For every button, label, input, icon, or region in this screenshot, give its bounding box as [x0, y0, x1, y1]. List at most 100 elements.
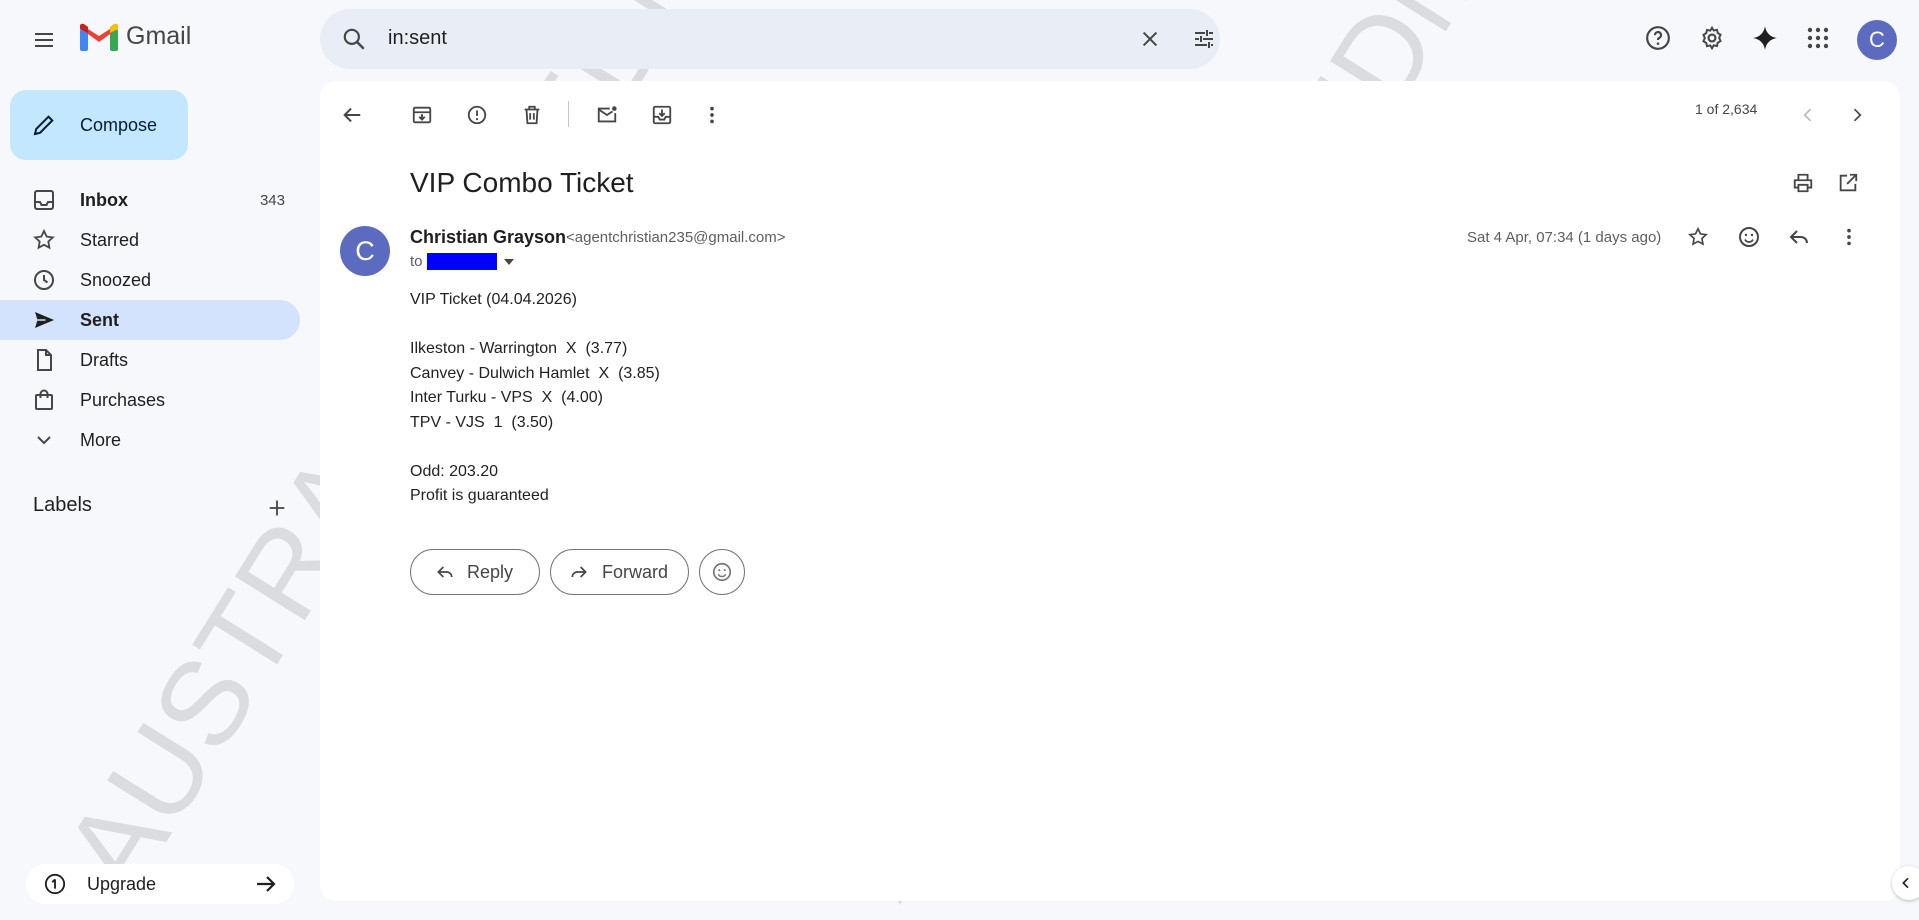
- sidebar-item-label: Purchases: [80, 390, 166, 410]
- top-bar: Gmail in:sent C: [0, 0, 1919, 80]
- sidebar-item-label: More: [80, 430, 122, 450]
- archive-button[interactable]: [402, 95, 442, 135]
- body-line: Canvey - Dulwich Hamlet X (3.85): [410, 364, 660, 382]
- upgrade-button[interactable]: Upgrade: [26, 864, 294, 904]
- sender-avatar[interactable]: C: [340, 226, 390, 276]
- sender-name[interactable]: Christian Grayson: [410, 227, 566, 248]
- sidebar-item-inbox[interactable]: Inbox 343: [0, 180, 300, 220]
- reply-icon: [1789, 230, 1808, 244]
- body-line: VIP Ticket (04.04.2026): [410, 291, 577, 308]
- forward-icon: [571, 566, 587, 578]
- compose-label: Compose: [80, 115, 158, 135]
- apps-grid-icon: [1807, 27, 1829, 49]
- move-to-icon: [652, 105, 672, 125]
- search-button[interactable]: [334, 19, 374, 59]
- sidebar-item-label: Starred: [80, 230, 140, 250]
- sidebar-item-drafts[interactable]: Drafts: [0, 340, 300, 380]
- upgrade-icon: [44, 873, 66, 895]
- chevron-left-icon: [1902, 877, 1909, 889]
- newer-button[interactable]: [1788, 95, 1828, 135]
- toolbar-divider: [568, 101, 569, 127]
- upgrade-label: Upgrade: [87, 874, 157, 894]
- reply-button[interactable]: Reply: [410, 549, 540, 595]
- sidebar-item-label: Inbox: [80, 190, 128, 210]
- gmail-wordmark: Gmail: [126, 22, 192, 50]
- pagination-text: 1 of 2,634: [1695, 101, 1758, 117]
- tune-icon: [1195, 30, 1213, 48]
- gemini-button[interactable]: [1745, 18, 1785, 58]
- compose-button[interactable]: Compose: [10, 90, 188, 160]
- caret-down-icon[interactable]: [503, 258, 514, 265]
- chevron-left-icon: [1803, 108, 1812, 122]
- account-avatar[interactable]: C: [1857, 20, 1897, 60]
- body-line: Odd: 203.20: [410, 462, 499, 480]
- body-line: Profit is guaranteed: [410, 487, 549, 504]
- help-icon: [1646, 26, 1670, 50]
- gmail-logo[interactable]: Gmail: [80, 22, 191, 51]
- delete-button[interactable]: [512, 95, 552, 135]
- support-button[interactable]: [1638, 18, 1678, 58]
- body-line: TPV - VJS 1 (3.50): [410, 413, 554, 431]
- older-button[interactable]: [1837, 95, 1877, 135]
- star-icon: [33, 228, 55, 250]
- move-to-button[interactable]: [642, 95, 682, 135]
- to-label: to: [410, 253, 423, 270]
- emoji-icon: [712, 562, 732, 582]
- settings-button[interactable]: [1692, 18, 1732, 58]
- clear-search-button[interactable]: [1130, 19, 1170, 59]
- sidebar-item-label: Drafts: [80, 350, 129, 370]
- print-icon: [1793, 173, 1813, 193]
- search-options-button[interactable]: [1184, 19, 1224, 59]
- search-bar[interactable]: in:sent: [320, 9, 1220, 69]
- back-button[interactable]: [332, 95, 372, 135]
- draft-icon: [37, 349, 52, 371]
- gear-icon: [1702, 25, 1722, 51]
- add-reaction-button[interactable]: [1729, 217, 1769, 257]
- create-label-button[interactable]: [257, 488, 297, 528]
- chevron-down-icon: [37, 436, 51, 445]
- apps-button[interactable]: [1798, 18, 1838, 58]
- unread-count: 343: [259, 192, 285, 209]
- open-new-window-button[interactable]: [1828, 163, 1868, 203]
- gmail-m-icon: [80, 23, 118, 51]
- message-view: 1 of 2,634 VIP Combo Ticket C Christian …: [320, 81, 1900, 901]
- star-message-button[interactable]: [1678, 217, 1718, 257]
- message-more-button[interactable]: [1829, 217, 1869, 257]
- reply-icon: [437, 566, 453, 578]
- sidebar-item-label: Snoozed: [80, 270, 152, 290]
- sidebar-item-purchases[interactable]: Purchases: [0, 380, 300, 420]
- labels-heading: Labels: [33, 494, 92, 516]
- sparkle-icon: [1753, 26, 1777, 50]
- inbox-icon: [34, 190, 54, 210]
- open-in-new-icon: [1839, 173, 1858, 192]
- message-date: Sat 4 Apr, 07:34 (1 days ago): [1467, 229, 1662, 246]
- more-actions-button[interactable]: [692, 95, 732, 135]
- body-line: [410, 435, 660, 460]
- side-panel-toggle[interactable]: [1892, 866, 1919, 900]
- mark-unread-button[interactable]: [587, 95, 627, 135]
- hamburger-icon: [35, 33, 53, 47]
- reply-label: Reply: [467, 561, 514, 582]
- redacted-recipient: [426, 253, 497, 270]
- report-icon: [467, 105, 487, 125]
- send-icon: [35, 312, 54, 328]
- sidebar-item-more[interactable]: More: [0, 420, 300, 460]
- report-spam-button[interactable]: [457, 95, 497, 135]
- main-menu-button[interactable]: [24, 20, 64, 60]
- archive-icon: [412, 106, 432, 124]
- sidebar-item-label: Sent: [80, 310, 120, 330]
- recipient-line: to: [410, 253, 514, 270]
- sidebar-item-starred[interactable]: Starred: [0, 220, 300, 260]
- more-vert-icon: [710, 106, 714, 124]
- sidebar-item-sent[interactable]: Sent: [0, 300, 300, 340]
- trash-icon: [524, 105, 540, 125]
- message-subject: VIP Combo Ticket: [410, 167, 634, 198]
- print-all-button[interactable]: [1783, 163, 1823, 203]
- reply-icon-button[interactable]: [1779, 217, 1819, 257]
- body-line: Inter Turku - VPS X (4.00): [410, 389, 603, 406]
- emoji-reaction-button[interactable]: [699, 549, 745, 595]
- forward-button[interactable]: Forward: [550, 549, 689, 595]
- search-input[interactable]: in:sent: [388, 27, 447, 50]
- shopping-bag-icon: [35, 389, 53, 410]
- sidebar-item-snoozed[interactable]: Snoozed: [0, 260, 300, 300]
